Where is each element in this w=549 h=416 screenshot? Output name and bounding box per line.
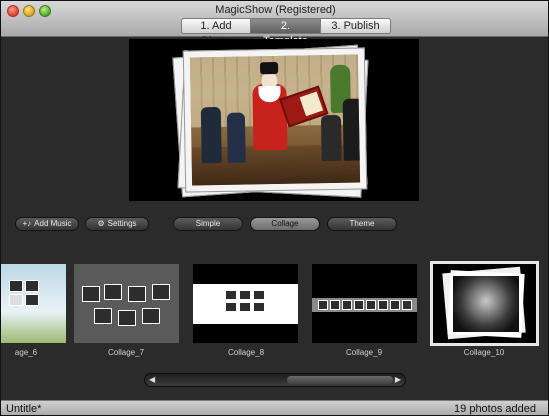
step-publish-tab[interactable]: 3. Publish xyxy=(321,18,391,34)
template-thumbnail-selected[interactable] xyxy=(430,261,539,346)
settings-label: Settings xyxy=(107,219,137,228)
music-note-icon: +♪ xyxy=(22,219,32,228)
gear-icon: ⚙ xyxy=(97,219,105,228)
scroll-left-icon[interactable]: ◀ xyxy=(149,375,155,384)
template-label: Collage_9 xyxy=(345,348,383,357)
template-thumbnail[interactable] xyxy=(312,264,417,343)
template-thumbnail[interactable] xyxy=(1,264,66,343)
template-label: Collage_10 xyxy=(463,348,505,357)
template-strip: age_6 Collage_7 Collage_8 Collage_9 Coll… xyxy=(1,259,548,363)
template-scrollbar[interactable]: ◀ ▶ xyxy=(144,373,406,387)
add-music-button[interactable]: +♪ Add Music xyxy=(15,217,79,231)
scroll-right-icon[interactable]: ▶ xyxy=(395,375,401,384)
settings-button[interactable]: ⚙ Settings xyxy=(85,217,149,231)
preview-photo-front xyxy=(182,47,368,193)
workflow-steps: 1. Add Photo 2. Template 3. Publish xyxy=(181,18,391,47)
photo-count: 19 photos added xyxy=(454,403,536,415)
template-thumbnail[interactable] xyxy=(193,264,298,343)
template-label: Collage_8 xyxy=(227,348,265,357)
window-title: MagicShow (Registered) xyxy=(215,4,336,16)
preview-photo-image xyxy=(189,54,361,186)
step-template-tab[interactable]: 2. Template xyxy=(251,18,321,47)
template-thumbnail[interactable] xyxy=(74,264,179,343)
template-label: Collage_7 xyxy=(107,348,145,357)
main-window: MagicShow (Registered) 1. Add Photo 2. T… xyxy=(0,0,549,416)
scrollbar-thumb[interactable] xyxy=(287,376,393,384)
style-tab-theme[interactable]: Theme xyxy=(327,217,397,231)
status-bar: Untitle* 19 photos added xyxy=(1,400,548,415)
slideshow-preview xyxy=(129,39,419,201)
template-label: age_6 xyxy=(14,348,38,357)
style-tab-collage[interactable]: Collage xyxy=(250,217,320,231)
document-name: Untitle* xyxy=(6,403,42,415)
add-music-label: Add Music xyxy=(34,219,72,228)
style-tab-simple[interactable]: Simple xyxy=(173,217,243,231)
title-bar: MagicShow (Registered) 1. Add Photo 2. T… xyxy=(1,1,548,47)
step-add-photo-tab[interactable]: 1. Add Photo xyxy=(181,18,251,47)
